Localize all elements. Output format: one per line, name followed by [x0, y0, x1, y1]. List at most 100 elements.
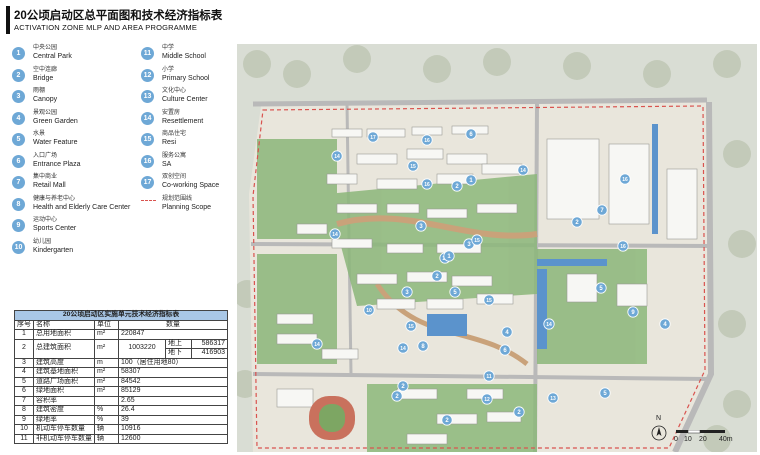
legend-marker-icon: 4 — [12, 111, 25, 125]
building-block — [566, 273, 598, 303]
marker-label: 15 — [410, 164, 416, 170]
legend-label-en: Canopy — [33, 96, 58, 103]
legend-item: 1 中央公园 Central Park — [12, 44, 130, 66]
economic-indicator-table: 20公顷启动区实施单元技术经济指标表 序号 名称 单位 数量 1 总用地面积 m² 2… — [14, 310, 228, 444]
row-unit: 辆 — [94, 433, 119, 444]
map-marker: 3 — [401, 286, 413, 298]
legend-marker-icon: 3 — [12, 90, 25, 103]
legend-marker-icon: 16 — [141, 154, 154, 168]
legend-label-cn: 双创空间 — [162, 174, 187, 180]
scale-label-10: 10 — [684, 436, 692, 443]
building-block — [411, 126, 443, 136]
row-no: 5 — [14, 376, 34, 387]
building-block — [426, 298, 464, 310]
building-block — [406, 148, 444, 160]
legend-item: 10 幼儿园 Kindergarten — [12, 238, 130, 260]
marker-label: 11 — [486, 374, 492, 380]
map-marker: 2 — [451, 180, 463, 192]
map-marker: 3 — [415, 220, 427, 232]
legend-label-en: Resettlement — [162, 117, 204, 125]
table-header-name: 名称 — [33, 319, 95, 330]
map-marker: 2 — [397, 380, 409, 392]
table-row: 1 总用地面积 m² 220847 — [14, 329, 228, 340]
marker-label: 15 — [486, 298, 492, 304]
row-value: 220847 — [118, 329, 228, 340]
marker-label: 14 — [520, 168, 526, 174]
context-tree — [343, 45, 371, 73]
scale-label-0: 0 — [674, 436, 678, 443]
map-marker: 2 — [431, 270, 443, 282]
row-value: 39 — [118, 414, 228, 425]
row-name: 道路广场面积 — [33, 376, 95, 387]
table-row: 8 建筑密度% 26.4 — [14, 405, 228, 416]
context-tree — [243, 50, 271, 78]
legend-item: 3 雨棚 Canopy — [12, 87, 130, 109]
legend-label-cn: 空中连廊 — [33, 66, 58, 73]
building-block — [386, 203, 420, 214]
row-unit: m² — [94, 329, 119, 340]
table-header-no: 序号 — [14, 319, 34, 330]
row-sub-label: 地上 — [165, 338, 192, 349]
legend-item: 4 景观公园 Green Garden — [12, 109, 130, 131]
row-value: 1003220 — [118, 338, 166, 359]
row-name: 绿地率 — [33, 414, 95, 425]
building-block — [616, 283, 648, 307]
row-name: 总建筑面积 — [33, 338, 95, 359]
row-no: 4 — [14, 367, 34, 378]
scale-bar — [676, 430, 725, 434]
building-block — [406, 433, 448, 445]
map-marker: 5 — [449, 286, 461, 298]
legend-item: 9 运动中心 Sports Center — [12, 216, 130, 238]
legend-marker-icon: 10 — [12, 240, 25, 254]
site-plan-drawing: 1716616141521417162331516131415259341510… — [237, 44, 757, 452]
marker-label: 15 — [474, 238, 480, 244]
building-block — [356, 153, 398, 165]
building-block — [451, 275, 493, 287]
row-value: 12600 — [118, 433, 228, 444]
legend-label-en: Retail Mall — [33, 182, 66, 189]
legend-marker-icon: 12 — [141, 68, 154, 82]
map-marker: 14 — [543, 318, 555, 330]
legend-item: 17 双创空间 Co-working Space — [141, 173, 219, 195]
legend-marker-icon: 13 — [141, 90, 154, 103]
row-unit — [94, 395, 119, 406]
row-no: 3 — [14, 357, 34, 368]
legend-item: 7 集中商业 Retail Mall — [12, 173, 130, 195]
row-unit: % — [94, 405, 119, 416]
map-marker: 11 — [483, 370, 495, 382]
legend-label-cn: 景观公园 — [33, 109, 58, 116]
legend-label-en: Middle School — [162, 53, 206, 60]
map-marker: 14 — [329, 228, 341, 240]
building-block — [326, 173, 358, 185]
legend-column-right: 11 中学 Middle School 12 小学 Primary School 13 文化中… — [141, 44, 219, 217]
row-name: 建筑密度 — [33, 405, 95, 416]
legend-item: 8 健康与养老中心 Health and Elderly Care Center — [12, 195, 130, 217]
legend-item: 2 空中连廊 Bridge — [12, 66, 130, 88]
table-header-qty: 数量 — [118, 319, 228, 330]
map-marker: 2 — [441, 414, 453, 426]
marker-label: 14 — [546, 322, 552, 328]
legend-label-en: Co-working Space — [162, 182, 220, 189]
building-block — [331, 128, 363, 138]
legend-item: 13 文化中心 Culture Center — [141, 87, 219, 109]
marker-label: 15 — [408, 324, 414, 330]
row-no: 10 — [14, 424, 34, 435]
legend-label-cn: 规划范围线 — [162, 195, 193, 202]
building-block — [476, 203, 518, 214]
table-row: 11 非机动车停车数量辆 12600 — [14, 433, 228, 444]
table-row: 7 容积率 2.65 — [14, 395, 228, 406]
context-tree — [563, 52, 591, 80]
map-marker: 5 — [595, 282, 607, 294]
map-marker: 4 — [659, 318, 671, 330]
table-row: 6 绿地面积 m² 85129 — [14, 386, 228, 397]
map-marker: 12 — [481, 393, 493, 405]
legend-item: 11 中学 Middle School — [141, 44, 219, 66]
legend-marker-icon: 17 — [141, 176, 154, 189]
legend-label-en: Culture Center — [162, 96, 208, 103]
legend-label-cn: 商品住宅 — [162, 131, 187, 137]
building-block — [276, 313, 314, 325]
building-block — [276, 388, 314, 408]
map-marker: 4 — [501, 326, 513, 338]
building-block — [296, 223, 328, 235]
legend-column-left: 1 中央公园 Central Park 2 空中连廊 Bridge 3 雨棚 Canopy 4 景观… — [12, 44, 130, 259]
